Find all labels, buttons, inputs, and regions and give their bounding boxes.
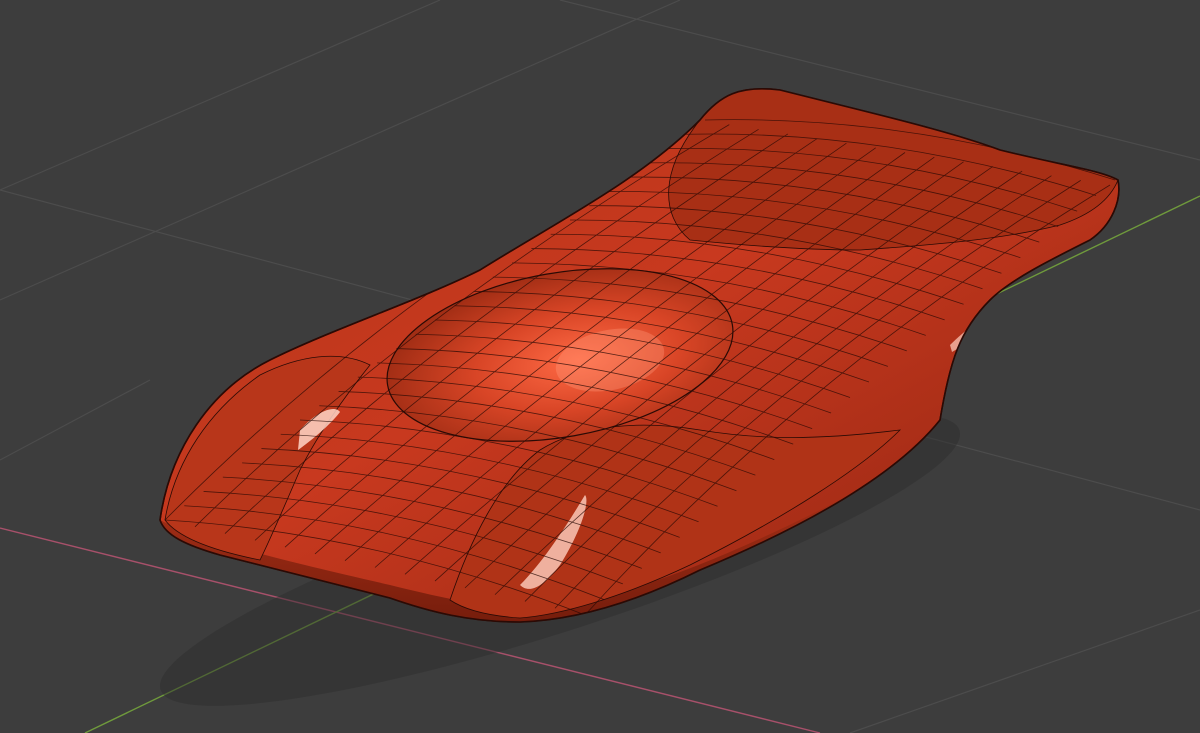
viewport-canvas[interactable]: [0, 0, 1200, 733]
3d-viewport[interactable]: [0, 0, 1200, 733]
